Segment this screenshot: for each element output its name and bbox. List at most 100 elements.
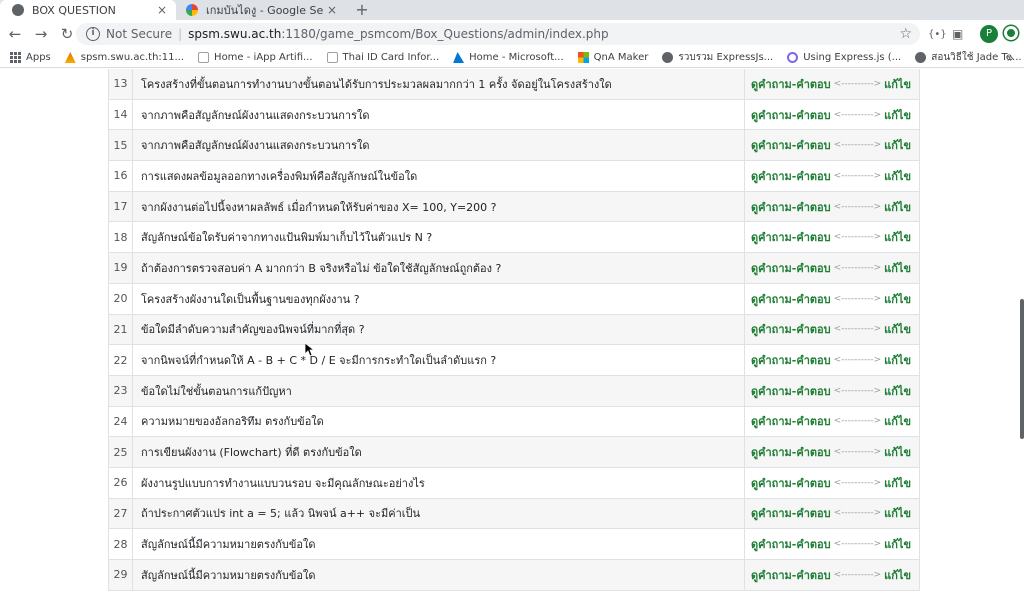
question-text: การเขียนผังงาน (Flowchart) ที่ดี ตรงกับข… bbox=[133, 437, 745, 467]
row-number: 14 bbox=[109, 99, 133, 130]
bookmark-jade[interactable]: สอนวิธีใช้ Jade Te... bbox=[915, 50, 1022, 65]
edit-link[interactable]: แก้ไข bbox=[884, 198, 911, 216]
view-qa-link[interactable]: ดูคำถาม-คำตอบ bbox=[751, 290, 831, 308]
view-qa-link[interactable]: ดูคำถาม-คำตอบ bbox=[751, 504, 831, 522]
arrow-separator: <----------> bbox=[833, 355, 882, 366]
row-number: 15 bbox=[109, 130, 133, 161]
row-actions: ดูคำถาม-คำตอบ <----------> แก้ไข bbox=[745, 69, 919, 99]
edit-link[interactable]: แก้ไข bbox=[884, 351, 911, 369]
edit-link[interactable]: แก้ไข bbox=[884, 474, 911, 492]
bookmark-label: Using Express.js (... bbox=[803, 52, 902, 63]
view-qa-link[interactable]: ดูคำถาม-คำตอบ bbox=[751, 106, 831, 124]
question-text: ข้อใดมีลำดับความสำคัญของนิพจน์ที่มากที่ส… bbox=[133, 314, 745, 345]
view-qa-link[interactable]: ดูคำถาม-คำตอบ bbox=[751, 228, 831, 246]
view-qa-link[interactable]: ดูคำถาม-คำตอบ bbox=[751, 167, 831, 185]
bookmark-apps[interactable]: Apps bbox=[10, 52, 51, 63]
view-qa-link[interactable]: ดูคำถาม-คำตอบ bbox=[751, 259, 831, 277]
bookmark-star-icon[interactable]: ☆ bbox=[899, 26, 912, 42]
bookmarks-bar: Apps spsm.swu.ac.th:11... Home - iApp Ar… bbox=[0, 48, 1024, 68]
row-number: 29 bbox=[109, 560, 133, 590]
edit-link[interactable]: แก้ไข bbox=[884, 443, 911, 461]
edit-link[interactable]: แก้ไข bbox=[884, 75, 911, 93]
edit-link[interactable]: แก้ไข bbox=[884, 259, 911, 277]
row-number: 23 bbox=[109, 375, 133, 406]
bookmark-using-express[interactable]: Using Express.js (... bbox=[787, 52, 901, 63]
globe-icon bbox=[662, 52, 674, 63]
question-text: จากผังงานต่อไปนี้จงหาผลลัพธ์ เมื่อกำหนดใ… bbox=[133, 191, 745, 222]
view-qa-link[interactable]: ดูคำถาม-คำตอบ bbox=[751, 474, 831, 492]
table-row: 27 ถ้าประกาศตัวแปร int a = 5; แล้ว นิพจน์… bbox=[109, 498, 919, 530]
row-actions: ดูคำถาม-คำตอบ <----------> แก้ไข bbox=[745, 130, 919, 160]
page-content: 13 โครงสร้างที่ขั้นตอนการทำงานบางขั้นตอนไ… bbox=[0, 69, 1024, 597]
row-number: 16 bbox=[109, 161, 133, 191]
browser-toolbar: ← → ↻ i Not Secure | spsm.swu.ac.th :118… bbox=[0, 20, 1024, 48]
arrow-separator: <----------> bbox=[833, 293, 882, 304]
view-qa-link[interactable]: ดูคำถาม-คำตอบ bbox=[751, 412, 831, 430]
back-button[interactable]: ← bbox=[2, 21, 28, 47]
view-qa-link[interactable]: ดูคำถาม-คำตอบ bbox=[751, 75, 831, 93]
view-qa-link[interactable]: ดูคำถาม-คำตอบ bbox=[751, 351, 831, 369]
extension-icon[interactable]: {•} bbox=[928, 24, 947, 44]
bookmark-label: QnA Maker bbox=[593, 52, 649, 63]
tab-box-question[interactable]: BOX QUESTION × bbox=[0, 0, 176, 20]
view-qa-link[interactable]: ดูคำถาม-คำตอบ bbox=[751, 198, 831, 216]
view-qa-link[interactable]: ดูคำถาม-คำตอบ bbox=[751, 535, 831, 553]
bookmark-spsm[interactable]: spsm.swu.ac.th:11... bbox=[64, 52, 184, 63]
bookmark-qna-maker[interactable]: QnA Maker bbox=[577, 52, 649, 63]
extension-circle-icon[interactable] bbox=[1004, 26, 1018, 40]
bookmark-iapp[interactable]: Home - iApp Artifi... bbox=[198, 52, 313, 63]
bookmarks-overflow-button[interactable]: » bbox=[1007, 51, 1014, 65]
edit-link[interactable]: แก้ไข bbox=[884, 382, 911, 400]
edit-link[interactable]: แก้ไข bbox=[884, 412, 911, 430]
question-text: ถ้าประกาศตัวแปร int a = 5; แล้ว นิพจน์ a… bbox=[133, 498, 745, 529]
row-actions: ดูคำถาม-คำตอบ <----------> แก้ไข bbox=[745, 437, 919, 467]
arrow-separator: <----------> bbox=[833, 324, 882, 335]
bookmark-azure[interactable]: Home - Microsoft... bbox=[453, 52, 564, 63]
row-number: 21 bbox=[109, 314, 133, 345]
edit-link[interactable]: แก้ไข bbox=[884, 535, 911, 553]
bookmark-thai-id[interactable]: Thai ID Card Infor... bbox=[326, 52, 439, 63]
view-qa-link[interactable]: ดูคำถาม-คำตอบ bbox=[751, 382, 831, 400]
question-text: สัญลักษณ์นี้มีความหมายตรงกับข้อใด bbox=[133, 529, 745, 559]
edit-link[interactable]: แก้ไข bbox=[884, 136, 911, 154]
view-qa-link[interactable]: ดูคำถาม-คำตอบ bbox=[751, 320, 831, 338]
row-number: 28 bbox=[109, 529, 133, 559]
table-row: 25 การเขียนผังงาน (Flowchart) ที่ดี ตรงกั… bbox=[109, 437, 919, 468]
row-number: 27 bbox=[109, 498, 133, 529]
scrollbar-thumb[interactable] bbox=[1020, 299, 1024, 439]
edit-link[interactable]: แก้ไข bbox=[884, 504, 911, 522]
cast-icon[interactable]: ▣ bbox=[952, 24, 963, 44]
arrow-separator: <----------> bbox=[833, 140, 882, 151]
close-tab-icon[interactable]: × bbox=[154, 3, 170, 17]
info-icon[interactable]: i bbox=[86, 27, 100, 41]
edit-link[interactable]: แก้ไข bbox=[884, 566, 911, 584]
edit-link[interactable]: แก้ไข bbox=[884, 106, 911, 124]
row-actions: ดูคำถาม-คำตอบ <----------> แก้ไข bbox=[745, 222, 919, 252]
view-qa-link[interactable]: ดูคำถาม-คำตอบ bbox=[751, 443, 831, 461]
edit-link[interactable]: แก้ไข bbox=[884, 290, 911, 308]
question-text: จากภาพคือสัญลักษณ์ผังงานแสดงกระบวนการใด bbox=[133, 99, 745, 130]
bookmark-label: Home - Microsoft... bbox=[469, 52, 564, 63]
bookmark-expressjs[interactable]: รวบรวม ExpressJs... bbox=[662, 50, 773, 65]
new-tab-button[interactable]: + bbox=[352, 0, 372, 20]
row-number: 13 bbox=[109, 69, 133, 99]
edit-link[interactable]: แก้ไข bbox=[884, 167, 911, 185]
profile-avatar[interactable]: P bbox=[980, 25, 998, 43]
edit-link[interactable]: แก้ไข bbox=[884, 228, 911, 246]
address-bar[interactable]: i Not Secure | spsm.swu.ac.th :1180/game… bbox=[76, 23, 920, 45]
tab-google-search[interactable]: เกมบันไดงู - Google Search × bbox=[178, 0, 346, 20]
mouse-cursor-icon bbox=[305, 343, 315, 357]
arrow-separator: <----------> bbox=[833, 78, 882, 89]
row-actions: ดูคำถาม-คำตอบ <----------> แก้ไข bbox=[745, 529, 919, 559]
question-text: ถ้าต้องการตรวจสอบค่า A มากกว่า B จริงหรื… bbox=[133, 253, 745, 283]
table-row: 16 การแสดงผลข้อมูลออกทางเครื่องพิมพ์คือสั… bbox=[109, 161, 919, 192]
table-row: 14 จากภาพคือสัญลักษณ์ผังงานแสดงกระบวนการใ… bbox=[109, 99, 919, 131]
close-tab-icon[interactable]: × bbox=[324, 3, 340, 17]
view-qa-link[interactable]: ดูคำถาม-คำตอบ bbox=[751, 136, 831, 154]
edit-link[interactable]: แก้ไข bbox=[884, 320, 911, 338]
forward-button[interactable]: → bbox=[28, 21, 54, 47]
row-actions: ดูคำถาม-คำตอบ <----------> แก้ไข bbox=[745, 161, 919, 191]
page-icon bbox=[198, 52, 210, 63]
view-qa-link[interactable]: ดูคำถาม-คำตอบ bbox=[751, 566, 831, 584]
table-row: 22 จากนิพจน์ที่กำหนดให้ A - B + C * D / E… bbox=[109, 345, 919, 376]
